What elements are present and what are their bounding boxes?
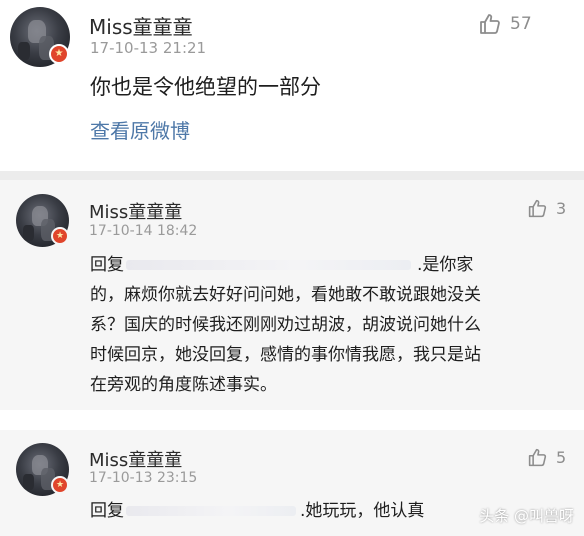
username[interactable]: Miss童童童 <box>89 11 193 40</box>
comment-card: ★ Miss童童童 17-10-14 18:42 3 回复 .是你家 的，麻烦你就… <box>0 180 584 410</box>
thumbs-up-icon <box>478 12 502 36</box>
thumbs-up-icon <box>527 198 548 219</box>
verified-badge-icon: ★ <box>51 476 69 494</box>
divider <box>0 410 584 430</box>
comment-line: 系？国庆的时候我还刚刚劝过胡波，胡波说问她什么 <box>90 315 481 335</box>
verified-badge-icon: ★ <box>49 44 69 64</box>
comment-line: .她玩玩，他认真 <box>300 501 425 521</box>
comment-line: .是你家 <box>417 255 474 275</box>
redacted-mention <box>126 506 296 516</box>
comment-text: 你也是令他绝望的一部分 <box>90 75 321 99</box>
timestamp: 17-10-14 18:42 <box>89 223 198 239</box>
view-original-link[interactable]: 查看原微博 <box>90 115 190 144</box>
comment-text: 回复 .她玩玩，他认真 <box>90 496 424 526</box>
verified-badge-icon: ★ <box>51 227 69 245</box>
redacted-mention <box>126 260 411 270</box>
like-button[interactable]: 57 <box>478 12 532 36</box>
comment-card: ★ Miss童童童 17-10-13 21:21 57 你也是令他绝望的一部分 … <box>0 0 584 171</box>
username[interactable]: Miss童童童 <box>89 198 182 224</box>
comment-line: 时候回京，她没回复，感情的事你情我愿，我只是站 <box>90 345 481 365</box>
like-count: 57 <box>510 14 532 34</box>
comment-text: 回复 .是你家 的，麻烦你就去好好问问她，看她敢不敢说跟她没关 系？国庆的时候我还… <box>90 250 580 400</box>
comment-line: 在旁观的角度陈述事实。 <box>90 375 277 395</box>
timestamp: 17-10-13 23:15 <box>89 470 198 486</box>
username[interactable]: Miss童童童 <box>89 446 182 472</box>
timestamp: 17-10-13 21:21 <box>90 39 207 57</box>
like-count: 5 <box>556 448 567 467</box>
reply-prefix: 回复 <box>90 501 124 521</box>
like-count: 3 <box>556 199 567 218</box>
comment-line: 的，麻烦你就去好好问问她，看她敢不敢说跟她没关 <box>90 285 481 305</box>
thumbs-up-icon <box>527 447 548 468</box>
watermark: 头条 @叫兽呀 <box>479 507 574 525</box>
reply-prefix: 回复 <box>90 255 124 275</box>
like-button[interactable]: 5 <box>527 447 566 468</box>
divider <box>0 171 584 180</box>
like-button[interactable]: 3 <box>527 198 566 219</box>
